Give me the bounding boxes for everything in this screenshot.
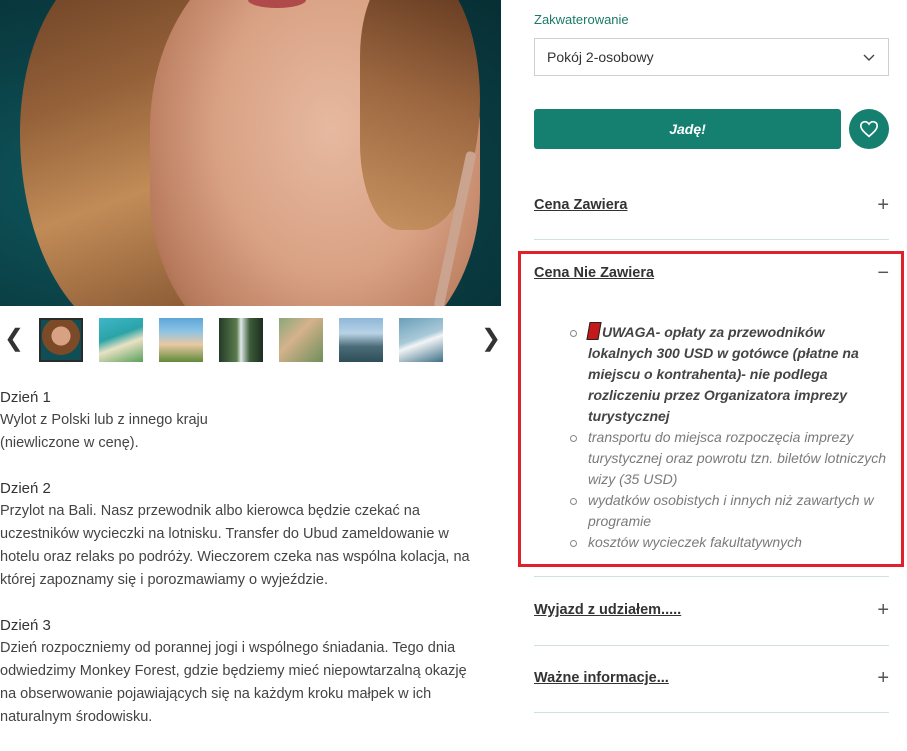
day-text-line: Przylot na Bali. Nasz przewodnik albo ki… <box>0 503 420 519</box>
thumbnail-beach-cliff[interactable] <box>99 318 143 362</box>
day-text-line: naturalnym środowisku. <box>0 709 153 725</box>
hero-photo <box>0 0 501 306</box>
day-text-line: uczestników wycieczki na lotnisku. Trans… <box>0 526 449 542</box>
go-button[interactable]: Jadę! <box>534 109 841 149</box>
plus-icon[interactable]: + <box>877 599 889 622</box>
chevron-down-icon <box>863 54 875 61</box>
accordion-important-info[interactable]: Ważne informacje... + <box>534 667 889 689</box>
list-item: wydatków osobistych i innych niż zawarty… <box>570 490 890 532</box>
thumbnail-palm-terrace[interactable] <box>159 318 203 362</box>
accommodation-select[interactable]: Pokój 2-osobowy <box>534 38 889 76</box>
gallery-next-arrow-icon[interactable]: ❯ <box>481 327 501 351</box>
accommodation-label: Zakwaterowanie <box>534 12 629 27</box>
price-excludes-list: UWAGA- opłaty za przewodników lokalnych … <box>570 322 890 553</box>
day-text-line: Dzień rozpoczniemy od porannej jogi i ws… <box>0 640 456 656</box>
accordion-title[interactable]: Cena Nie Zawiera <box>534 265 654 281</box>
plus-icon[interactable]: + <box>877 194 889 217</box>
itinerary-day: Dzień 2 Przylot na Bali. Nasz przewodnik… <box>0 477 501 592</box>
accordion-title[interactable]: Ważne informacje... <box>534 670 669 686</box>
day-text-line: na obserwowanie pojawiających się na każ… <box>0 686 432 702</box>
divider <box>534 645 889 646</box>
divider <box>534 712 889 713</box>
accommodation-selected-value: Pokój 2-osobowy <box>547 49 654 65</box>
day-text-line: odwiedzimy Monkey Forest, gdzie będziemy… <box>0 663 467 679</box>
day-text-line: której zapoznamy się i porozmawiamy o wy… <box>0 572 328 588</box>
thumbnail-swing[interactable] <box>279 318 323 362</box>
itinerary-day: Dzień 3 Dzień rozpoczniemy od porannej j… <box>0 614 501 729</box>
list-item: kosztów wycieczek fakultatywnych <box>570 532 890 553</box>
list-item: transportu do miejsca rozpoczęcia imprez… <box>570 427 890 490</box>
itinerary: Dzień 1 Wylot z Polski lub z innego kraj… <box>0 386 501 751</box>
accordion-departure[interactable]: Wyjazd z udziałem..... + <box>534 599 889 621</box>
day-title: Dzień 3 <box>0 617 51 634</box>
accordion-price-includes[interactable]: Cena Zawiera + <box>534 194 889 216</box>
thumbnail-ocean-rocks[interactable] <box>339 318 383 362</box>
thumbnail-surfer[interactable] <box>399 318 443 362</box>
thumbnail-portrait[interactable] <box>39 318 83 362</box>
heart-icon <box>859 120 879 138</box>
day-text-line: Wylot z Polski lub z innego kraju <box>0 412 208 428</box>
accordion-price-excludes[interactable]: Cena Nie Zawiera − <box>534 262 889 284</box>
gallery-prev-arrow-icon[interactable]: ❮ <box>4 327 24 351</box>
minus-icon[interactable]: − <box>877 262 889 285</box>
day-title: Dzień 2 <box>0 480 51 497</box>
favorite-button[interactable] <box>849 109 889 149</box>
accordion-title[interactable]: Cena Zawiera <box>534 197 628 213</box>
day-text-line: hotelu oraz relaks po podróży. Wieczorem… <box>0 549 470 565</box>
gallery-thumbnails: ❮ ❯ <box>0 313 501 365</box>
warning-flag-icon <box>586 322 602 340</box>
list-item: UWAGA- opłaty za przewodników lokalnych … <box>570 322 890 427</box>
thumbnail-waterfall[interactable] <box>219 318 263 362</box>
day-text-line: (niewliczone w cenę). <box>0 435 139 451</box>
divider <box>534 576 889 577</box>
day-title: Dzień 1 <box>0 389 51 406</box>
accordion-title[interactable]: Wyjazd z udziałem..... <box>534 602 681 618</box>
plus-icon[interactable]: + <box>877 667 889 690</box>
divider <box>534 239 889 240</box>
itinerary-day: Dzień 1 Wylot z Polski lub z innego kraj… <box>0 386 501 455</box>
